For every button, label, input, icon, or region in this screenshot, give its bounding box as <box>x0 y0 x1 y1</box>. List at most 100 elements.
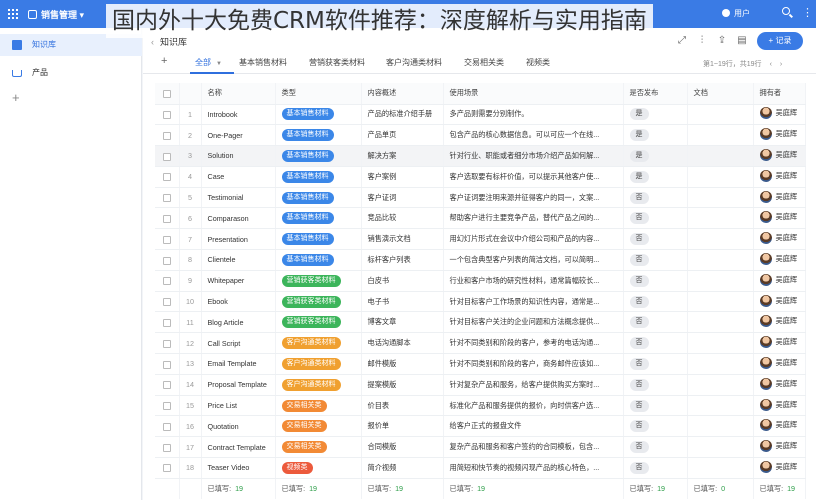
cell-name[interactable]: Case <box>201 166 276 188</box>
cell-published[interactable]: 否 <box>623 353 688 375</box>
cell-summary[interactable]: 电话沟通脚本 <box>361 332 444 355</box>
cell-published[interactable]: 否 <box>623 207 688 230</box>
cell-doc[interactable] <box>687 415 754 438</box>
cell-summary[interactable]: 报价单 <box>361 415 444 438</box>
column-header-published[interactable]: 是否发布 <box>623 83 688 105</box>
cell-usage[interactable]: 行业和客户市场的研究性材料，通常篇幅较长... <box>443 270 624 292</box>
cell-name[interactable]: Ebook <box>201 291 276 313</box>
cell-published[interactable]: 否 <box>623 374 688 396</box>
cell-name[interactable]: Solution <box>201 145 276 167</box>
table-row[interactable]: 6 Comparason 基本销售材料 竞品比较 帮助客户进行主要竞争产品，替代产品之间… <box>155 207 806 230</box>
row-checkbox[interactable] <box>155 291 180 313</box>
cell-published[interactable]: 否 <box>623 311 688 334</box>
cell-owner[interactable]: 吴庭辉 <box>753 311 806 334</box>
tab-marketing[interactable]: 营销获客类材料 <box>309 57 365 68</box>
cell-doc[interactable] <box>687 145 754 167</box>
column-header-usage[interactable]: 使用场景 <box>443 83 624 105</box>
cell-usage[interactable]: 客户证词要注明来源并征得客户的同一，文案... <box>443 187 624 209</box>
add-view-icon[interactable]: + <box>161 55 167 67</box>
search-icon[interactable] <box>782 7 794 19</box>
cell-type[interactable]: 交易相关类 <box>275 415 362 438</box>
cell-doc[interactable] <box>687 104 754 126</box>
cell-name[interactable]: Price List <box>201 395 276 417</box>
cell-type[interactable]: 客户沟通类材料 <box>275 332 362 355</box>
cell-owner[interactable]: 吴庭辉 <box>753 395 806 417</box>
cell-owner[interactable]: 吴庭辉 <box>753 436 806 459</box>
cell-summary[interactable]: 电子书 <box>361 291 444 313</box>
cell-name[interactable]: One-Pager <box>201 124 276 147</box>
cell-published[interactable]: 否 <box>623 187 688 209</box>
cell-owner[interactable]: 吴庭辉 <box>753 249 806 271</box>
cell-usage[interactable]: 针对复杂产品和服务，给客户提供购买方案时... <box>443 374 624 396</box>
cell-doc[interactable] <box>687 374 754 396</box>
tab-all[interactable]: 全部 ▼ <box>195 57 222 68</box>
cell-usage[interactable]: 针对目标客户关注的企业问题和方法概念提供... <box>443 311 624 334</box>
row-checkbox[interactable] <box>155 249 180 271</box>
row-checkbox[interactable] <box>155 166 180 188</box>
cell-doc[interactable] <box>687 457 754 479</box>
cell-owner[interactable]: 吴庭辉 <box>753 166 806 188</box>
cell-type[interactable]: 基本销售材料 <box>275 249 362 271</box>
cell-summary[interactable]: 简介视频 <box>361 457 444 479</box>
table-row[interactable]: 9 Whitepaper 营销获客类材料 白皮书 行业和客户市场的研究性材料，通常篇幅较… <box>155 270 806 292</box>
cell-name[interactable]: Contract Template <box>201 436 276 459</box>
cell-published[interactable]: 是 <box>623 145 688 167</box>
cell-doc[interactable] <box>687 311 754 334</box>
cell-doc[interactable] <box>687 332 754 355</box>
cell-published[interactable]: 否 <box>623 332 688 355</box>
cell-published[interactable]: 否 <box>623 291 688 313</box>
back-icon[interactable]: ‹ <box>151 37 154 47</box>
cell-summary[interactable]: 合同模版 <box>361 436 444 459</box>
cell-usage[interactable]: 复杂产品和服务和客户签约的合同模板，包含... <box>443 436 624 459</box>
app-grid-icon[interactable] <box>8 9 18 19</box>
cell-usage[interactable]: 用简短和快节奏的视频闪现产品的核心特色，... <box>443 457 624 479</box>
cell-summary[interactable]: 解决方案 <box>361 145 444 167</box>
expand-icon[interactable]: ⤢ <box>675 34 689 48</box>
cell-owner[interactable]: 吴庭辉 <box>753 353 806 375</box>
cell-type[interactable]: 交易相关类 <box>275 395 362 417</box>
cell-usage[interactable]: 针对目标客户工作场景的知识性内容，通常是... <box>443 291 624 313</box>
row-checkbox[interactable] <box>155 187 180 209</box>
cell-published[interactable]: 否 <box>623 228 688 251</box>
table-row[interactable]: 15 Price List 交易相关类 价目表 标准化产品和服务提供的报价，向时供客户选… <box>155 395 806 417</box>
row-checkbox[interactable] <box>155 436 180 459</box>
cell-usage[interactable]: 多产品则需要分别制作。 <box>443 104 624 126</box>
cell-doc[interactable] <box>687 249 754 271</box>
cell-summary[interactable]: 邮件模版 <box>361 353 444 375</box>
cell-doc[interactable] <box>687 353 754 375</box>
cell-summary[interactable]: 产品单页 <box>361 124 444 147</box>
table-row[interactable]: 16 Quotation 交易相关类 报价单 给客户正式的报盘文件否 吴庭辉 <box>155 415 806 438</box>
cell-owner[interactable]: 吴庭辉 <box>753 207 806 230</box>
table-row[interactable]: 12 Call Script 客户沟通类材料 电话沟通脚本 针对不同类别和阶段的客户，参… <box>155 332 806 355</box>
cell-owner[interactable]: 吴庭辉 <box>753 415 806 438</box>
add-icon[interactable]: + <box>12 90 20 105</box>
column-header-doc[interactable]: 文档 <box>687 83 754 105</box>
cell-summary[interactable]: 客户证词 <box>361 187 444 209</box>
cell-type[interactable]: 营销获客类材料 <box>275 291 362 313</box>
table-row[interactable]: 4 Case 基本销售材料 客户案例 客户选取要有标杆价值，可以提示其他客户使... 是 吴… <box>155 166 806 188</box>
share-icon[interactable]: ⇪ <box>715 34 729 48</box>
chart-icon[interactable]: ⫶ <box>695 34 709 48</box>
prev-page-icon[interactable]: ‹ <box>770 61 772 68</box>
table-row[interactable]: 14 Proposal Template 客户沟通类材料 提案模版 针对复杂产品和服务，… <box>155 374 806 396</box>
cell-doc[interactable] <box>687 436 754 459</box>
cell-usage[interactable]: 包含产品的核心数据信息。可以可应一个在线... <box>443 124 624 147</box>
cell-owner[interactable]: 吴庭辉 <box>753 374 806 396</box>
tab-transaction[interactable]: 交易相关类 <box>464 57 504 68</box>
cell-published[interactable]: 是 <box>623 124 688 147</box>
cell-type[interactable]: 营销获客类材料 <box>275 311 362 334</box>
cell-usage[interactable]: 客户选取要有标杆价值，可以提示其他客户使... <box>443 166 624 188</box>
cell-summary[interactable]: 销售演示文档 <box>361 228 444 251</box>
cell-usage[interactable]: 标准化产品和服务提供的报价，向时供客户选... <box>443 395 624 417</box>
table-row[interactable]: 5 Testimonial 基本销售材料 客户证词 客户证词要注明来源并征得客户的同一，… <box>155 187 806 209</box>
table-row[interactable]: 3 Solution 基本销售材料 解决方案 针对行业、职能或者细分市场介绍产品如何解.… <box>155 145 806 167</box>
table-row[interactable]: 10 Ebook 营销获客类材料 电子书 针对目标客户工作场景的知识性内容，通常是...… <box>155 291 806 313</box>
cell-owner[interactable]: 吴庭辉 <box>753 332 806 355</box>
cell-usage[interactable]: 一个包含典型客户列表的简洁文档，可以简明... <box>443 249 624 271</box>
app-switcher[interactable]: 销售管理 ▾ <box>28 8 84 21</box>
cell-doc[interactable] <box>687 291 754 313</box>
cell-usage[interactable]: 用幻灯片形式在会议中介绍公司和产品的内容... <box>443 228 624 251</box>
cell-usage[interactable]: 针对不同类别和阶段的客户，商务邮件应该如... <box>443 353 624 375</box>
cell-type[interactable]: 视频类 <box>275 457 362 479</box>
cell-owner[interactable]: 吴庭辉 <box>753 104 806 126</box>
